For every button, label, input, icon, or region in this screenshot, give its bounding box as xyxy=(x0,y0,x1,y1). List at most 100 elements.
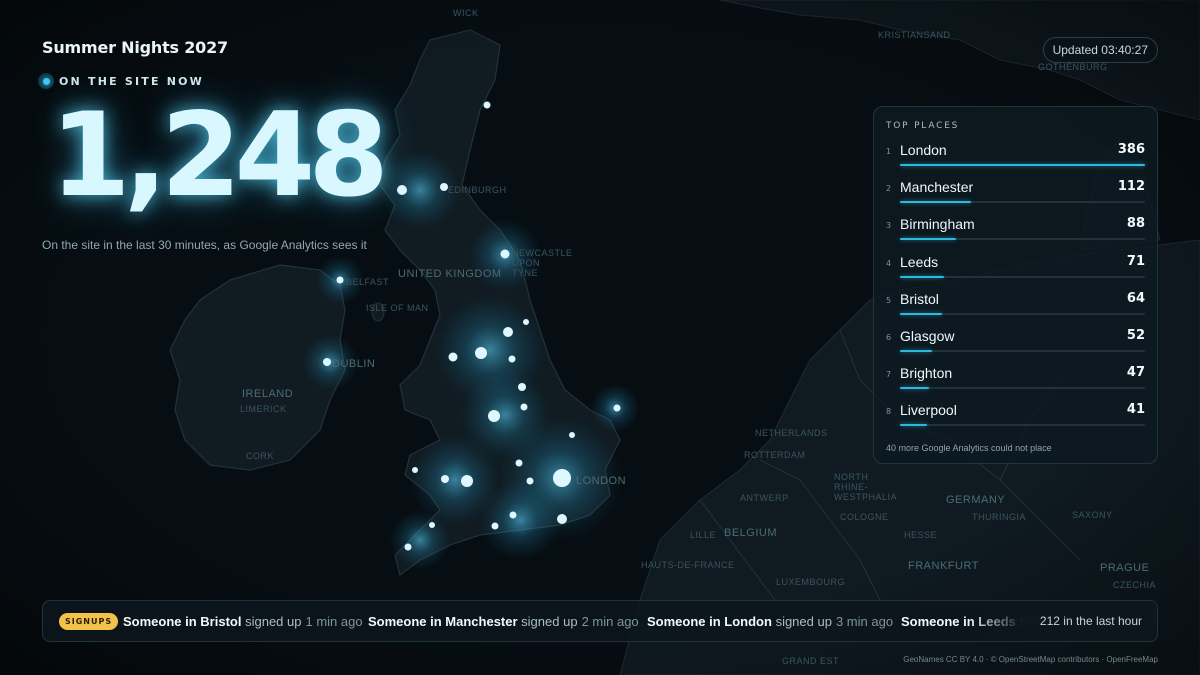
dashboard-title: Summer Nights 2027 xyxy=(42,38,228,57)
live-dot-icon xyxy=(38,73,54,89)
map-label-edinburgh: EDINBURGH xyxy=(448,185,507,195)
map-label-thuringia: THURINGIA xyxy=(972,512,1026,522)
place-bar-fill xyxy=(900,387,930,390)
map-label-netherlands: NETHERLANDS xyxy=(755,428,828,438)
map-label-gothenburg: GOTHENBURG xyxy=(1038,62,1108,72)
place-bar-fill xyxy=(900,424,927,427)
map-label-limerick: LIMERICK xyxy=(240,404,287,414)
map-label-hesse: HESSE xyxy=(904,530,938,540)
place-value: 112 xyxy=(1117,179,1145,195)
map-label-newcastle: NEWCASTLE UPON TYNE xyxy=(512,248,573,278)
place-bar-fill xyxy=(900,238,957,241)
ticker-action: signed up xyxy=(775,614,832,629)
place-rank: 2 xyxy=(886,184,892,194)
map-label-nrw: NORTH RHINE-WESTPHALIA xyxy=(834,472,898,502)
ticker-person: Someone in Manchester xyxy=(368,614,518,629)
place-bar-track xyxy=(900,349,1145,352)
map-label-cologne: COLOGNE xyxy=(840,512,889,522)
place-name: Birmingham xyxy=(900,216,975,233)
ticker-time: 2 min ago xyxy=(581,614,639,629)
place-value: 71 xyxy=(1126,253,1145,269)
top-places-panel: TOP PLACES 1 London 386 2 Manchester 112 3 Birm… xyxy=(873,106,1158,464)
place-row: 7 Brighton 47 xyxy=(886,362,1145,399)
ticker-item: Someone in Manchester signed up 2 min ago xyxy=(368,614,639,629)
place-name: Brighton xyxy=(900,365,953,382)
ticker-item: Someone in Bristol signed up 1 min ago xyxy=(123,614,363,629)
place-rank: 6 xyxy=(886,332,892,342)
place-row: 2 Manchester 112 xyxy=(886,176,1145,213)
ticker-person: Someone in London xyxy=(647,614,772,629)
place-row: 8 Liverpool 41 xyxy=(886,399,1145,436)
map-label-cork: CORK xyxy=(246,451,275,461)
place-rank: 1 xyxy=(886,147,892,156)
place-bar-fill xyxy=(900,349,932,352)
places-list: 1 London 386 2 Manchester 112 3 Birmingham 88 4 Le… xyxy=(886,139,1145,437)
map-label-grand-est: GRAND EST xyxy=(782,656,840,666)
place-row: 5 Bristol 64 xyxy=(886,288,1145,325)
map-label-prague: PRAGUE xyxy=(1100,562,1150,574)
map-label-united-kingdom: UNITED KINGDOM xyxy=(398,268,502,280)
place-bar-fill xyxy=(900,201,972,204)
live-label: ON THE SITE NOW xyxy=(59,74,204,88)
place-row: 1 London 386 xyxy=(886,139,1145,176)
map-label-czechia: CZECHIA xyxy=(1113,580,1157,590)
place-row: 3 Birmingham 88 xyxy=(886,213,1145,250)
place-value: 64 xyxy=(1126,290,1145,306)
ticker-item: Someone in London signed up 3 min ago xyxy=(647,614,893,629)
map-label-kristiansand: KRISTIANSAND xyxy=(878,30,951,40)
live-caption: On the site in the last 30 minutes, as G… xyxy=(42,238,367,252)
map-label-rotterdam: ROTTERDAM xyxy=(744,450,806,460)
place-bar-track xyxy=(900,201,1145,204)
live-visitor-count: 1,248 xyxy=(50,88,389,223)
place-name: Bristol xyxy=(900,290,939,307)
map-label-isle-of-man: ISLE OF MAN xyxy=(366,303,429,313)
place-bar-fill xyxy=(900,312,942,315)
signups-badge: SIGNUPS xyxy=(59,613,119,630)
place-rank: 4 xyxy=(886,258,892,268)
unplaced-footnote: 40 more Google Analytics could not place xyxy=(886,443,1052,453)
map-label-dublin: DUBLIN xyxy=(332,358,376,370)
place-name: London xyxy=(900,142,947,158)
place-bar-fill xyxy=(900,275,945,278)
place-rank: 3 xyxy=(886,221,892,231)
live-indicator: ON THE SITE NOW xyxy=(38,73,204,89)
place-bar-track xyxy=(900,238,1145,241)
map-label-hauts: HAUTS-DE-FRANCE xyxy=(641,560,735,570)
map-label-belfast: BELFAST xyxy=(346,277,390,287)
place-bar-fill xyxy=(900,164,1145,166)
signups-ticker: SIGNUPS Someone in Bristol signed up 1 mi… xyxy=(42,600,1158,642)
place-value: 47 xyxy=(1126,365,1145,381)
place-bar-track xyxy=(900,424,1145,427)
place-row: 4 Leeds 71 xyxy=(886,251,1145,288)
place-name: Manchester xyxy=(900,179,974,196)
ticker-action: signed up xyxy=(521,614,578,629)
map-label-antwerp: ANTWERP xyxy=(740,493,789,503)
map-label-saxony: SAXONY xyxy=(1072,510,1113,520)
ticker-action: signed up xyxy=(245,614,302,629)
place-name: Liverpool xyxy=(900,402,957,419)
panel-title: TOP PLACES xyxy=(886,121,960,131)
map-label-frankfurt: FRANKFURT xyxy=(908,560,979,572)
place-value: 52 xyxy=(1126,327,1145,343)
place-value: 88 xyxy=(1126,216,1145,232)
map-label-lille: LILLE xyxy=(690,530,717,540)
place-name: Glasgow xyxy=(900,327,955,344)
place-row: 6 Glasgow 52 xyxy=(886,325,1145,362)
updated-timestamp: Updated 03:40:27 xyxy=(1042,37,1158,63)
map-label-ireland: IRELAND xyxy=(242,388,294,400)
ticker-time: 1 min ago xyxy=(305,614,363,629)
map-label-belgium: BELGIUM xyxy=(724,527,778,539)
ticker-time: 3 min ago xyxy=(835,614,894,629)
place-bar-track xyxy=(900,312,1145,315)
place-bar-track xyxy=(900,387,1145,390)
place-rank: 7 xyxy=(886,370,892,380)
hour-count: 212 in the last hour xyxy=(1039,614,1142,628)
map-label-luxembourg: LUXEMBOURG xyxy=(776,577,846,587)
ticker-person: Someone in Bristol xyxy=(123,614,242,629)
place-rank: 5 xyxy=(886,295,892,305)
place-name: Leeds xyxy=(900,253,939,270)
map-label-wick: WICK xyxy=(453,8,479,18)
map-label-germany: GERMANY xyxy=(946,494,1006,506)
map-label-london: LONDON xyxy=(576,475,627,487)
place-bar-track xyxy=(900,164,1145,166)
